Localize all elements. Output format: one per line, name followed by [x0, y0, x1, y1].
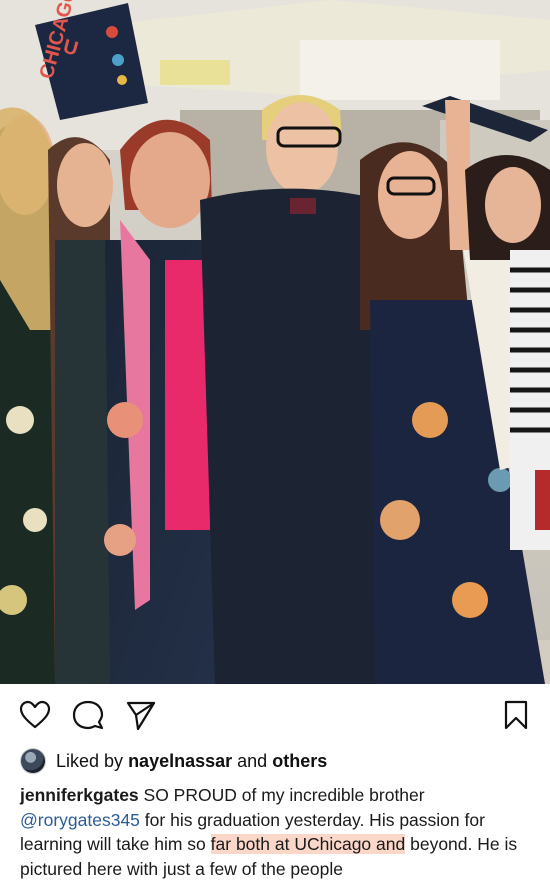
- caption-mention[interactable]: @rorygates345: [20, 810, 140, 830]
- post-action-bar: [0, 684, 550, 746]
- post-photo[interactable]: U CHICAGO: [0, 0, 550, 684]
- likes-conjunction: and: [237, 750, 268, 771]
- liker-avatar[interactable]: [20, 748, 46, 774]
- post-caption: jenniferkgates SO PROUD of my incredible…: [20, 783, 535, 881]
- heart-icon[interactable]: [18, 698, 52, 732]
- send-icon[interactable]: [124, 698, 158, 732]
- caption-highlight: far both at UChicago and: [210, 834, 406, 854]
- likes-prefix: Liked by: [56, 750, 124, 771]
- comment-icon[interactable]: [71, 698, 105, 732]
- caption-text-1: SO PROUD of my incredible brother: [143, 785, 425, 805]
- caption-username[interactable]: jenniferkgates: [20, 785, 139, 805]
- bookmark-icon[interactable]: [499, 698, 533, 732]
- likes-others-link[interactable]: others: [272, 751, 327, 772]
- likes-row: Liked by nayelnassar and others: [20, 748, 327, 774]
- liker-username[interactable]: nayelnassar: [128, 751, 232, 772]
